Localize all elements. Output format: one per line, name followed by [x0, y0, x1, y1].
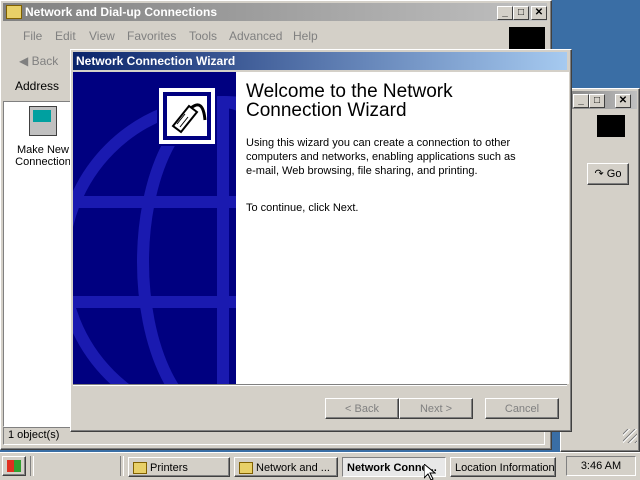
- taskbar-separator: [120, 456, 124, 476]
- close-icon[interactable]: ✕: [531, 6, 547, 20]
- menu-tools[interactable]: Tools: [189, 29, 217, 43]
- wizard-next-button[interactable]: Next >: [399, 398, 473, 419]
- quick-launch-area: [36, 456, 118, 476]
- folder-icon: [6, 4, 22, 19]
- back-label: Back: [31, 54, 59, 68]
- taskbar-item-printers-label: Printers: [150, 462, 188, 474]
- menu-help[interactable]: Help: [293, 29, 318, 43]
- printers-folder-icon: [133, 462, 147, 475]
- wizard-divider: [73, 384, 567, 386]
- go-label: Go: [606, 168, 622, 180]
- minimize-icon[interactable]: _: [497, 6, 513, 20]
- network-connections-titlebar: Network and Dial-up Connections: [3, 3, 547, 21]
- wizard-titlebar: Network Connection Wizard: [73, 52, 567, 70]
- maximize-icon[interactable]: □: [513, 6, 529, 20]
- network-plug-icon: [157, 86, 217, 146]
- windows-logo-icon: [597, 115, 625, 137]
- wizard-dialog: Network Connection Wizard Welcome to the…: [70, 49, 572, 432]
- back-button[interactable]: ◀ Back: [19, 54, 58, 68]
- wizard-body-text: Using this wizard you can create a conne…: [246, 137, 516, 177]
- windows-flag-icon: [7, 460, 21, 472]
- network-folder-icon: [239, 462, 253, 475]
- wizard-content-panel: Welcome to the Network Connection Wizard…: [236, 72, 569, 384]
- menu-favorites[interactable]: Favorites: [127, 29, 176, 43]
- taskbar: Printers Network and ... Network Conne..…: [0, 452, 640, 480]
- wizard-globe-panel: [73, 72, 236, 384]
- address-label: Address: [15, 79, 60, 93]
- make-new-connection-label-2: Connection: [15, 156, 71, 168]
- address-bar: Address: [5, 75, 75, 97]
- wizard-back-button[interactable]: < Back: [325, 398, 399, 419]
- system-tray-clock: 3:46 AM: [566, 456, 636, 476]
- taskbar-item-location-information-label: Location Information: [455, 462, 555, 474]
- windows-logo-icon: [509, 27, 545, 49]
- network-computer-icon: [29, 106, 57, 136]
- back-arrow-icon: ◀: [19, 54, 29, 68]
- status-text: 1 object(s): [8, 429, 60, 441]
- maximize-icon[interactable]: □: [589, 94, 605, 108]
- taskbar-item-location-information[interactable]: Location Information: [450, 457, 556, 477]
- resize-grip-icon: [623, 429, 637, 443]
- mouse-pointer-icon: [424, 464, 436, 480]
- taskbar-item-printers[interactable]: Printers: [128, 457, 230, 477]
- menu-advanced[interactable]: Advanced: [229, 29, 282, 43]
- wizard-title: Network Connection Wizard: [76, 54, 236, 68]
- taskbar-separator: [30, 456, 34, 476]
- menu-file[interactable]: File: [23, 29, 42, 43]
- minimize-icon[interactable]: _: [573, 94, 589, 108]
- menu-edit[interactable]: Edit: [55, 29, 76, 43]
- wizard-continue-text: To continue, click Next.: [246, 202, 359, 214]
- toolbar: ◀ Back: [5, 51, 75, 73]
- start-button[interactable]: [2, 456, 26, 476]
- wizard-heading: Welcome to the Network Connection Wizard: [246, 81, 453, 121]
- make-new-connection-item[interactable]: Make New Connection: [8, 106, 78, 176]
- wizard-cancel-button[interactable]: Cancel: [485, 398, 559, 419]
- background-window-right: _ □ ✕ ↷ Go: [560, 88, 640, 452]
- go-icon: ↷: [594, 168, 604, 180]
- menu-view[interactable]: View: [89, 29, 115, 43]
- clock-text: 3:46 AM: [580, 460, 622, 472]
- make-new-connection-label-1: Make New: [17, 144, 69, 156]
- taskbar-item-network-dialup[interactable]: Network and ...: [234, 457, 338, 477]
- taskbar-item-network-dialup-label: Network and ...: [256, 462, 330, 474]
- menu-bar: File Edit View Favorites Tools Advanced …: [3, 27, 503, 47]
- network-connections-title: Network and Dial-up Connections: [25, 5, 218, 19]
- go-button[interactable]: ↷ Go: [587, 163, 629, 185]
- close-icon[interactable]: ✕: [615, 94, 631, 108]
